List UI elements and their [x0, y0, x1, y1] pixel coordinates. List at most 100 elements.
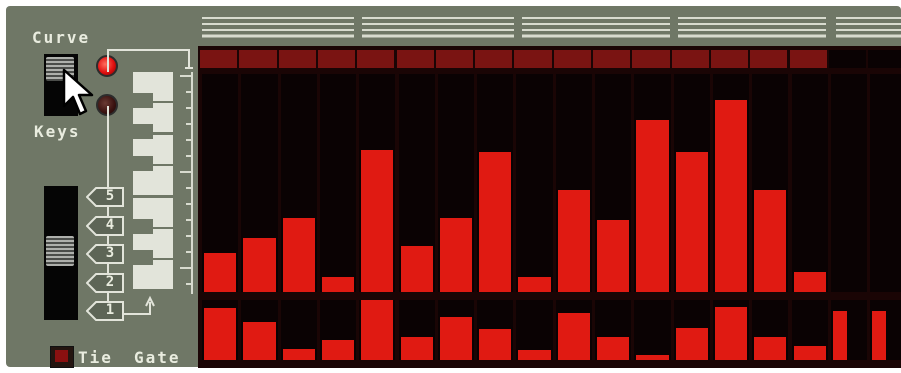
pattern-step	[789, 50, 827, 68]
curve-bar[interactable]	[439, 217, 473, 292]
gate-bar[interactable]	[479, 328, 512, 360]
gate-step[interactable]	[673, 300, 710, 360]
curve-bar[interactable]	[204, 252, 237, 292]
gate-bar[interactable]	[243, 321, 276, 360]
pattern-step	[475, 50, 513, 68]
gate-label: Gate	[134, 348, 181, 367]
curve-bar[interactable]	[243, 237, 276, 292]
curve-bar[interactable]	[636, 119, 669, 292]
curve-bar[interactable]	[321, 276, 355, 292]
gate-bar[interactable]	[793, 345, 826, 360]
gate-bar[interactable]	[282, 348, 315, 360]
curve-step[interactable]	[359, 74, 396, 292]
pitch-scale-ticks	[180, 72, 193, 294]
curve-step[interactable]	[398, 74, 435, 292]
curve-label: Curve	[32, 28, 91, 47]
gate-bar[interactable]	[518, 349, 551, 360]
pattern-header-brackets	[202, 14, 901, 44]
gate-step[interactable]	[830, 300, 868, 360]
gate-bar[interactable]	[557, 313, 590, 360]
gate-step[interactable]	[595, 300, 632, 360]
curve-bar[interactable]	[479, 152, 512, 292]
gate-step[interactable]	[477, 300, 514, 360]
curve-bar[interactable]	[557, 189, 590, 292]
curve-step[interactable]	[477, 74, 514, 292]
tie-button[interactable]	[50, 346, 74, 368]
gate-step[interactable]	[555, 300, 592, 360]
curve-bar[interactable]	[282, 217, 315, 292]
gate-step[interactable]	[280, 300, 317, 360]
gate-step[interactable]	[634, 300, 671, 360]
gate-step[interactable]	[202, 300, 239, 360]
octave-button-4[interactable]: 4	[86, 215, 124, 236]
gate-bar[interactable]	[204, 307, 237, 360]
curve-step[interactable]	[516, 74, 553, 292]
octave-slider[interactable]	[44, 186, 78, 320]
gate-bar[interactable]	[872, 311, 887, 360]
curve-bar[interactable]	[793, 272, 826, 292]
pattern-step	[357, 50, 395, 68]
curve-step[interactable]	[634, 74, 671, 292]
gate-step[interactable]	[752, 300, 789, 360]
curve-editor[interactable]	[200, 74, 901, 294]
gate-step[interactable]	[870, 300, 901, 360]
octave-button-2[interactable]: 2	[86, 272, 124, 293]
gate-step[interactable]	[712, 300, 750, 360]
curve-bar[interactable]	[518, 276, 551, 292]
pattern-step	[828, 50, 867, 68]
curve-step[interactable]	[830, 74, 868, 292]
curve-step[interactable]	[712, 74, 750, 292]
gate-step[interactable]	[241, 300, 278, 360]
octave-button-label: 5	[105, 188, 115, 204]
gate-bar[interactable]	[597, 337, 630, 360]
gate-bar[interactable]	[636, 354, 669, 360]
octave-button-1[interactable]: 1	[86, 301, 124, 321]
octave-button-label: 4	[105, 216, 115, 233]
pattern-step	[278, 50, 316, 68]
gate-editor[interactable]	[200, 300, 901, 366]
curve-bar[interactable]	[754, 189, 787, 292]
gate-step[interactable]	[791, 300, 828, 360]
gate-bar[interactable]	[675, 327, 708, 360]
curve-bar[interactable]	[400, 246, 433, 292]
gate-bar[interactable]	[754, 337, 787, 360]
curve-step[interactable]	[791, 74, 828, 292]
gate-step[interactable]	[437, 300, 475, 360]
curve-step[interactable]	[319, 74, 357, 292]
gate-step[interactable]	[398, 300, 435, 360]
curve-step[interactable]	[752, 74, 789, 292]
gate-bar[interactable]	[361, 300, 394, 360]
gate-bar[interactable]	[439, 317, 473, 360]
octave-slider-thumb[interactable]	[46, 236, 74, 266]
black-key	[133, 155, 153, 171]
step-display[interactable]	[198, 46, 901, 368]
gate-step[interactable]	[359, 300, 396, 360]
keys-label: Keys	[34, 122, 81, 141]
gate-bar[interactable]	[321, 340, 355, 360]
black-key	[133, 250, 153, 265]
curve-step[interactable]	[673, 74, 710, 292]
curve-step[interactable]	[595, 74, 632, 292]
gate-step[interactable]	[319, 300, 357, 360]
curve-bar[interactable]	[597, 220, 630, 292]
octave-button-3[interactable]: 3	[86, 244, 124, 264]
gate-bar[interactable]	[714, 306, 748, 360]
curve-step[interactable]	[202, 74, 239, 292]
curve-bar[interactable]	[714, 100, 748, 292]
pattern-step	[868, 50, 901, 68]
gate-bar[interactable]	[400, 337, 433, 360]
pattern-step-strip	[200, 50, 901, 68]
octave-button-label: 2	[105, 273, 115, 290]
pattern-step	[553, 50, 591, 68]
black-key	[133, 124, 153, 140]
gate-step[interactable]	[516, 300, 553, 360]
curve-bar[interactable]	[361, 150, 394, 292]
gate-bar[interactable]	[832, 311, 847, 360]
curve-step[interactable]	[870, 74, 901, 292]
curve-step[interactable]	[280, 74, 317, 292]
curve-bar[interactable]	[675, 152, 708, 292]
curve-step[interactable]	[241, 74, 278, 292]
curve-step[interactable]	[555, 74, 592, 292]
octave-button-5[interactable]: 5	[86, 187, 124, 207]
curve-step[interactable]	[437, 74, 475, 292]
